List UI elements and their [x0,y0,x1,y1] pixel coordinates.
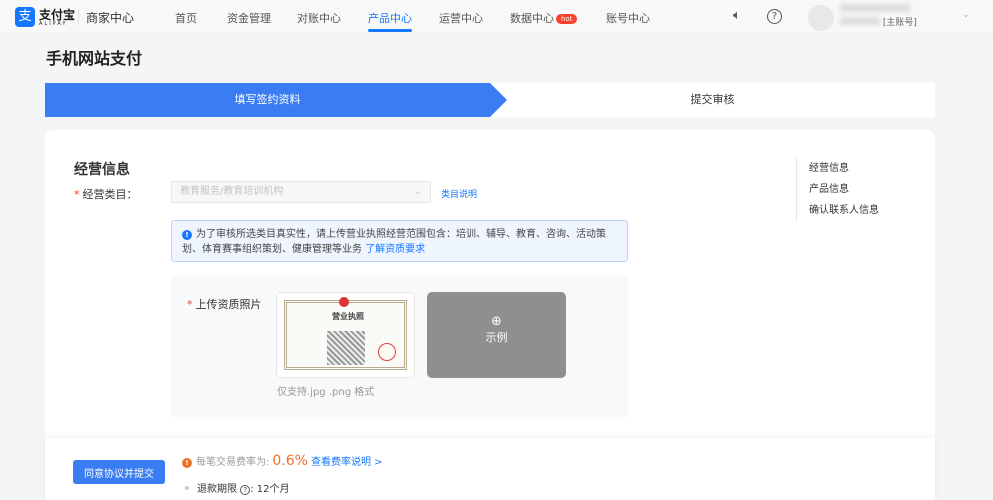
category-value: 教育服务/教育培训机构 [180,186,284,197]
nav-home[interactable]: 首页 [175,10,197,26]
upload-area: * 上传资质照片 营业执照 ⊕ 示例 仅支持.jpg .png 格式 [171,275,628,417]
warning-icon: ! [182,458,192,468]
sample-preview[interactable]: ⊕ 示例 [427,292,566,378]
anchor-contact-info[interactable]: 确认联系人信息 [809,200,879,221]
license-image: 营业执照 [284,297,407,370]
section-title: 经营信息 [74,162,130,178]
category-label: * 经营类目： [74,188,138,201]
hot-badge: hot [556,14,578,24]
merchant-center-title: 商家中心 [86,11,135,25]
page-title: 手机网站支付 [46,49,143,68]
format-hint: 仅支持.jpg .png 格式 [277,387,375,398]
license-blurred-area [327,331,365,365]
fee-rate: 0.6% [272,453,308,469]
category-help-link[interactable]: 类目说明 [441,187,477,200]
agree-submit-button[interactable]: 同意协议并提交 [73,460,165,484]
account-role: [主账号] [882,18,917,28]
zoom-in-icon: ⊕ [491,314,502,329]
qualification-link[interactable]: 了解资质要求 [365,244,425,255]
upload-label: * 上传资质照片 [187,298,262,311]
license-title: 营业执照 [332,312,364,321]
avatar[interactable] [808,5,834,31]
nav-reconciliation[interactable]: 对账中心 [297,10,341,26]
anchor-nav: 经营信息 产品信息 确认联系人信息 [796,158,879,221]
step-fill-info: 填写签约资料 [45,83,507,117]
step-bar: 填写签约资料 提交审核 [45,83,935,117]
nav-funds[interactable]: 资金管理 [227,10,271,26]
info-alert: ! 为了审核所选类目真实性，请上传营业执照经营范围包含：培训、辅导、教育、咨询、活… [171,220,628,262]
nav-data-label: 数据中心 [510,12,554,25]
step-submit-review: 提交审核 [690,93,735,106]
category-label-text: 经营类目： [82,188,138,201]
nav-account[interactable]: 账号中心 [606,10,650,26]
anchor-business-info[interactable]: 经营信息 [809,158,879,179]
account-info[interactable]: [主账号] [840,4,960,30]
sample-label: 示例 [485,331,508,344]
anchor-product-info[interactable]: 产品信息 [809,179,879,200]
fee-link[interactable]: 查看费率说明 > [311,457,383,468]
license-thumbnail[interactable]: 营业执照 [276,292,415,378]
brand-name: 支付宝 [39,8,76,22]
seal-icon [378,343,396,361]
emblem-icon [339,297,349,307]
upload-label-text: 上传资质照片 [195,298,262,311]
refund-label: 退款期限 [197,484,237,495]
chevron-down-icon: ⌄ [413,186,422,197]
help-icon[interactable]: ? [767,9,782,24]
footer-bar: 同意协议并提交 ! 每笔交易费率为: 0.6% 查看费率说明 > 退款期限 ?: 12… [45,438,935,500]
bullet [185,486,189,490]
nav-data[interactable]: 数据中心 hot [510,10,578,26]
fee-label: 每笔交易费率为: [196,457,270,468]
chevron-down-icon[interactable]: ⌄ [962,10,970,20]
category-select[interactable]: 教育服务/教育培训机构 ⌄ [171,181,431,203]
nav-products[interactable]: 产品中心 [368,10,412,32]
brand[interactable]: 支付宝 ALIPAY [39,6,75,27]
fee-info: ! 每笔交易费率为: 0.6% 查看费率说明 > [182,453,383,469]
top-nav: 支 支付宝 ALIPAY 商家中心 首页 资金管理 对账中心 产品中心 运营中心 … [0,0,993,34]
blurred-id [840,17,880,25]
info-icon: ! [182,230,192,240]
question-icon[interactable]: ? [240,485,251,495]
alipay-logo-icon[interactable]: 支 [15,7,35,27]
divider [78,9,79,25]
refund-value: : 12个月 [250,484,290,495]
refund-info: 退款期限 ?: 12个月 [182,480,289,495]
blurred-name [840,4,910,12]
nav-operations[interactable]: 运营中心 [439,10,483,26]
speaker-icon[interactable]: 🔈︎ [733,8,741,23]
